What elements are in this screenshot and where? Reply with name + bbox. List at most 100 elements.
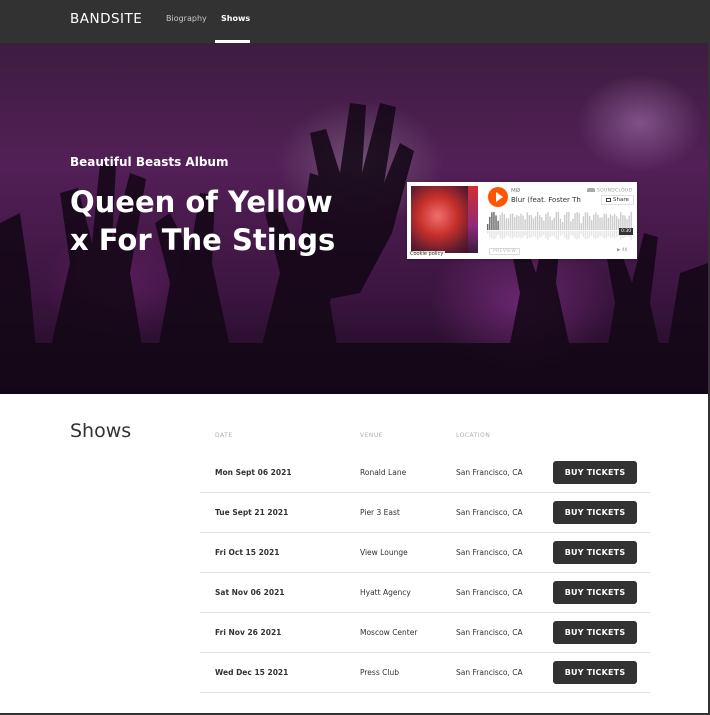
play-icon[interactable] bbox=[488, 187, 508, 207]
waveform-reflection-bar bbox=[588, 231, 591, 238]
buy-tickets-button[interactable]: BUY TICKETS bbox=[553, 501, 637, 524]
waveform-bar bbox=[555, 212, 558, 230]
waveform-bar bbox=[530, 214, 533, 230]
waveform-reflection-bar bbox=[615, 231, 618, 238]
waveform-bar bbox=[509, 213, 512, 230]
site-logo[interactable]: BANDSITE bbox=[70, 11, 142, 27]
waveform-reflection-bar bbox=[511, 231, 514, 239]
waveform-bar bbox=[574, 213, 576, 230]
soundcloud-player[interactable]: Cookie policy MØ Blur (feat. Foster Th..… bbox=[407, 182, 637, 259]
waveform-bar bbox=[487, 224, 489, 230]
show-row[interactable]: Wed Dec 15 2021 Press Club San Francisco… bbox=[200, 653, 650, 693]
waveform-bar bbox=[584, 212, 587, 230]
waveform-reflection-bar bbox=[543, 231, 545, 236]
waveform-reflection-bar bbox=[487, 231, 489, 234]
waveform-reflection-bar bbox=[576, 231, 578, 240]
waveform-reflection-bar bbox=[566, 231, 568, 240]
track-title[interactable]: Blur (feat. Foster Th... bbox=[511, 196, 581, 204]
show-row[interactable]: Sat Nov 06 2021 Hyatt Agency San Francis… bbox=[200, 573, 650, 613]
column-header-date: DATE bbox=[215, 432, 233, 439]
cookie-policy-link[interactable]: Cookie policy bbox=[408, 251, 446, 257]
show-location: San Francisco, CA bbox=[456, 508, 523, 517]
show-venue: Ronald Lane bbox=[360, 468, 407, 477]
show-venue: Pier 3 East bbox=[360, 508, 400, 517]
buy-tickets-button[interactable]: BUY TICKETS bbox=[553, 581, 637, 604]
waveform-reflection-bar bbox=[520, 231, 522, 239]
waveform-reflection-bar bbox=[493, 231, 495, 240]
hero-title-line-1: Queen of Yellow bbox=[70, 185, 333, 219]
waveform-bar bbox=[605, 213, 607, 230]
share-label: Share bbox=[613, 197, 629, 203]
buy-tickets-button[interactable]: BUY TICKETS bbox=[553, 541, 637, 564]
show-row[interactable]: Tue Sept 21 2021 Pier 3 East San Francis… bbox=[200, 493, 650, 533]
show-date: Tue Sept 21 2021 bbox=[215, 508, 289, 517]
waveform-reflection-bar bbox=[559, 231, 562, 237]
waveform-bar bbox=[557, 212, 560, 230]
waveform-reflection-bar bbox=[522, 231, 524, 238]
waveform-reflection-bar bbox=[497, 231, 499, 236]
waveform-reflection-bar bbox=[509, 231, 512, 239]
waveform-reflection-bar bbox=[574, 231, 576, 239]
waveform-reflection-bar bbox=[503, 231, 506, 239]
waveform-bar bbox=[499, 214, 501, 230]
waveform-reflection-bar bbox=[505, 231, 508, 237]
waveform-reflection-bar bbox=[601, 231, 603, 237]
waveform-reflection-bar bbox=[607, 231, 610, 237]
waveform-bar bbox=[566, 212, 568, 230]
waveform-reflection-bar bbox=[507, 231, 510, 237]
show-location: San Francisco, CA bbox=[456, 668, 523, 677]
show-date: Fri Nov 26 2021 bbox=[215, 628, 282, 637]
waveform-reflection-bar bbox=[578, 231, 580, 239]
nav-link-shows[interactable]: Shows bbox=[221, 14, 250, 23]
waveform-bar bbox=[559, 218, 562, 230]
waveform-reflection-bar bbox=[541, 231, 543, 237]
waveform-reflection-bar bbox=[605, 231, 607, 239]
waveform-reflection-bar bbox=[584, 231, 587, 239]
buy-tickets-button[interactable]: BUY TICKETS bbox=[553, 621, 637, 644]
waveform-reflection-bar bbox=[568, 231, 570, 240]
waveform-bar bbox=[561, 221, 564, 230]
waveform-reflection-bar bbox=[561, 231, 564, 235]
waveform-reflection-bar bbox=[539, 231, 541, 238]
show-date: Mon Sept 06 2021 bbox=[215, 468, 292, 477]
waveform-bar bbox=[526, 212, 528, 230]
waveform-reflection-bar bbox=[536, 231, 539, 240]
waveform-reflection-bar bbox=[553, 231, 555, 237]
track-artist[interactable]: MØ bbox=[511, 188, 520, 194]
site-header: BANDSITE Biography Shows bbox=[0, 0, 708, 43]
waveform-reflection-bar bbox=[586, 231, 589, 239]
waveform-bar bbox=[551, 220, 553, 230]
show-venue: Hyatt Agency bbox=[360, 588, 411, 597]
share-icon bbox=[606, 197, 611, 202]
show-row[interactable]: Fri Oct 15 2021 View Lounge San Francisc… bbox=[200, 533, 650, 573]
share-button[interactable]: Share bbox=[601, 195, 634, 205]
waveform-bar bbox=[505, 218, 508, 230]
show-row[interactable]: Fri Nov 26 2021 Moscow Center San Franci… bbox=[200, 613, 650, 653]
soundcloud-logo[interactable]: SOUNDCLOUD bbox=[587, 188, 632, 194]
buy-tickets-button[interactable]: BUY TICKETS bbox=[553, 661, 637, 684]
waveform-reflection-bar bbox=[489, 231, 491, 237]
album-artwork[interactable] bbox=[411, 186, 478, 253]
buy-tickets-button[interactable]: BUY TICKETS bbox=[553, 461, 637, 484]
nav-link-biography[interactable]: Biography bbox=[166, 14, 207, 23]
waveform-reflection-bar bbox=[495, 231, 497, 238]
waveform-bar bbox=[607, 217, 610, 230]
waveform-reflection-bar bbox=[597, 231, 599, 238]
show-row[interactable]: Mon Sept 06 2021 Ronald Lane San Francis… bbox=[200, 453, 650, 493]
waveform-bar bbox=[497, 220, 499, 230]
waveform-bar bbox=[495, 215, 497, 230]
waveform-reflection-bar bbox=[580, 231, 582, 235]
waveform-bar bbox=[532, 218, 535, 230]
waveform-reflection-bar bbox=[534, 231, 537, 238]
waveform-bar bbox=[501, 212, 503, 230]
waveform-bar bbox=[576, 212, 578, 230]
waveform-reflection-bar bbox=[528, 231, 530, 238]
waveform[interactable] bbox=[487, 212, 633, 240]
waveform-bar bbox=[613, 213, 616, 230]
waveform-bar bbox=[609, 214, 612, 230]
show-location: San Francisco, CA bbox=[456, 548, 523, 557]
artwork-strip bbox=[468, 186, 478, 253]
waveform-bar bbox=[541, 217, 543, 230]
waveform-reflection-bar bbox=[570, 231, 572, 235]
waveform-reflection-bar bbox=[530, 231, 533, 238]
